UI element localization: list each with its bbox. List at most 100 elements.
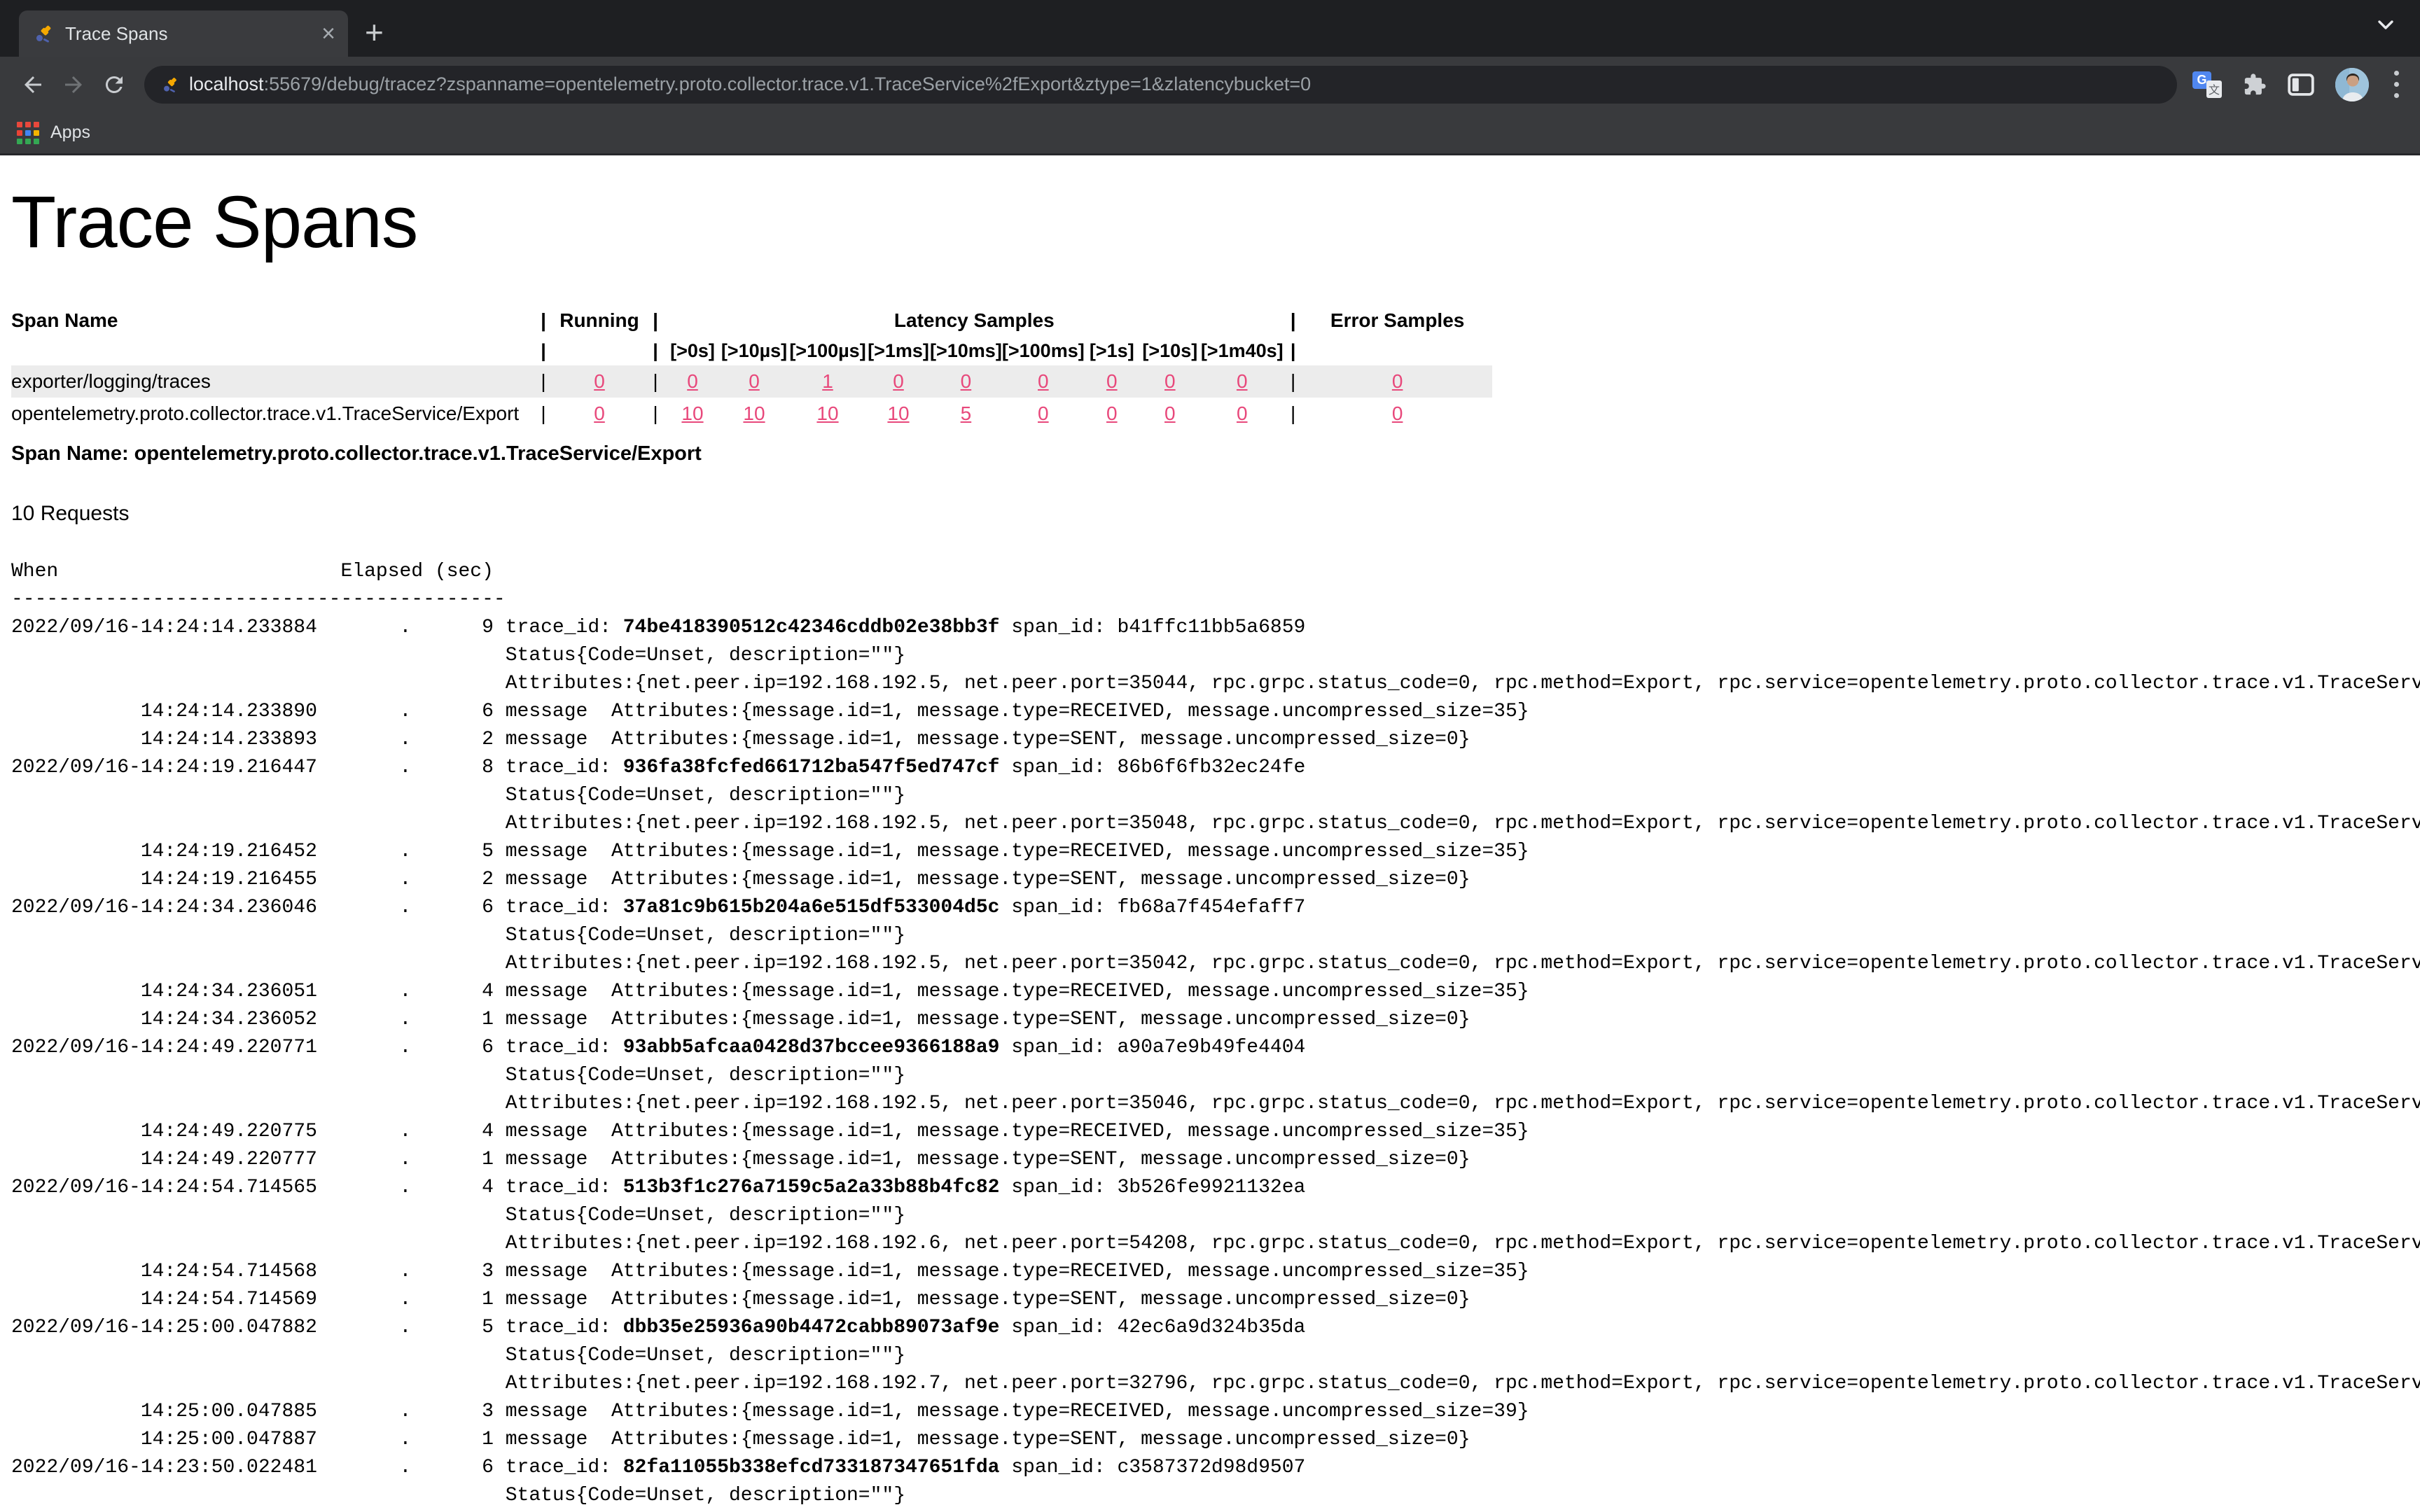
span-summary-body: Span Name|Running|Latency Samples|Error … bbox=[11, 305, 1492, 430]
separator: | bbox=[534, 398, 553, 430]
url-bar[interactable]: localhost:55679/debug/tracez?zspanname=o… bbox=[144, 66, 2177, 104]
latency-bucket-cell: 0 bbox=[1201, 365, 1284, 398]
col-error-samples: Error Samples bbox=[1303, 305, 1492, 336]
forward-button[interactable] bbox=[53, 64, 94, 105]
latency-bucket-cell: 10 bbox=[867, 398, 930, 430]
new-tab-button[interactable]: + bbox=[365, 16, 384, 48]
trace-id: 37a81c9b615b204a6e515df533004d5c bbox=[623, 897, 1000, 918]
tab-close-icon[interactable]: × bbox=[321, 22, 335, 46]
separator: | bbox=[1284, 365, 1303, 398]
opentelemetry-favicon-icon bbox=[32, 22, 54, 45]
sample-count-link[interactable]: 0 bbox=[1038, 402, 1049, 424]
latency-bucket-cell: 10 bbox=[788, 398, 867, 430]
latency-bucket-label: [>1s] bbox=[1085, 336, 1139, 365]
sample-count-link[interactable]: 0 bbox=[893, 370, 904, 392]
sample-count-link[interactable]: 0 bbox=[594, 370, 605, 392]
page-title: Trace Spans bbox=[11, 181, 2420, 265]
latency-bucket-cell: 0 bbox=[930, 365, 1002, 398]
translate-icon[interactable]: G 文 bbox=[2192, 71, 2222, 98]
tracez-page: Trace Spans Span Name|Running|Latency Sa… bbox=[0, 155, 2420, 1510]
trace-id: 936fa38fcfed661712ba547f5ed747cf bbox=[623, 757, 1000, 778]
apps-shortcut[interactable]: Apps bbox=[17, 122, 90, 144]
sample-count-link[interactable]: 0 bbox=[1237, 402, 1248, 424]
latency-bucket-cell: 0 bbox=[1085, 398, 1139, 430]
sample-count-link[interactable]: 0 bbox=[749, 370, 760, 392]
span-name-cell: exporter/logging/traces bbox=[11, 365, 534, 398]
trace-id: 513b3f1c276a7159c5a2a33b88b4fc82 bbox=[623, 1177, 1000, 1198]
latency-bucket-label: [>10µs] bbox=[720, 336, 788, 365]
separator: | bbox=[646, 305, 665, 336]
sample-count-link[interactable]: 10 bbox=[743, 402, 765, 424]
apps-grid-icon bbox=[17, 122, 39, 144]
latency-bucket-cell: 0 bbox=[1139, 365, 1201, 398]
browser-chrome: Trace Spans × + bbox=[0, 0, 2420, 155]
latency-bucket-cell: 5 bbox=[930, 398, 1002, 430]
latency-bucket-cell: 0 bbox=[720, 365, 788, 398]
reload-button[interactable] bbox=[94, 64, 134, 105]
latency-bucket-label: [>100ms] bbox=[1002, 336, 1085, 365]
separator: | bbox=[1284, 398, 1303, 430]
sample-count-link[interactable]: 5 bbox=[961, 402, 972, 424]
sample-count-link[interactable]: 0 bbox=[594, 402, 605, 424]
tab-strip: Trace Spans × + bbox=[0, 0, 2420, 57]
span-row: exporter/logging/traces|0|001000000|0 bbox=[11, 365, 1492, 398]
side-panel-icon[interactable] bbox=[2288, 73, 2314, 97]
separator: | bbox=[534, 365, 553, 398]
sample-count-link[interactable]: 0 bbox=[1392, 370, 1403, 392]
latency-bucket-cell: 10 bbox=[665, 398, 720, 430]
latency-bucket-cell: 0 bbox=[1139, 398, 1201, 430]
col-latency-samples: Latency Samples bbox=[665, 305, 1284, 336]
separator: | bbox=[534, 305, 553, 336]
bookmarks-bar: Apps bbox=[0, 112, 2420, 155]
latency-bucket-label: [>10s] bbox=[1139, 336, 1201, 365]
error-count-cell: 0 bbox=[1303, 398, 1492, 430]
separator: | bbox=[1284, 336, 1303, 365]
back-button[interactable] bbox=[13, 64, 53, 105]
browser-menu-icon[interactable] bbox=[2390, 71, 2403, 98]
browser-toolbar: localhost:55679/debug/tracez?zspanname=o… bbox=[0, 57, 2420, 112]
separator: | bbox=[646, 365, 665, 398]
sample-count-link[interactable]: 0 bbox=[687, 370, 698, 392]
col-running: Running bbox=[553, 305, 646, 336]
col-span-name: Span Name bbox=[11, 305, 534, 336]
extensions-puzzle-icon[interactable] bbox=[2243, 73, 2267, 97]
span-row: opentelemetry.proto.collector.trace.v1.T… bbox=[11, 398, 1492, 430]
tab-title: Trace Spans bbox=[65, 23, 316, 45]
apps-label: Apps bbox=[50, 122, 90, 143]
sample-count-link[interactable]: 0 bbox=[1164, 402, 1176, 424]
sample-count-link[interactable]: 1 bbox=[822, 370, 833, 392]
latency-bucket-label: [>1ms] bbox=[867, 336, 930, 365]
sample-count-link[interactable]: 0 bbox=[1164, 370, 1176, 392]
sample-count-link[interactable]: 0 bbox=[1106, 370, 1118, 392]
latency-bucket-cell: 0 bbox=[1201, 398, 1284, 430]
sample-count-link[interactable]: 0 bbox=[961, 370, 972, 392]
sample-count-link[interactable]: 0 bbox=[1038, 370, 1049, 392]
sample-count-link[interactable]: 0 bbox=[1392, 402, 1403, 424]
url-text: localhost:55679/debug/tracez?zspanname=o… bbox=[189, 74, 1311, 95]
url-favicon-icon bbox=[160, 75, 179, 94]
tab-search-chevron-icon[interactable] bbox=[2375, 18, 2396, 32]
separator: | bbox=[1284, 305, 1303, 336]
running-count-cell: 0 bbox=[553, 365, 646, 398]
trace-id: 82fa11055b338efcd733187347651fda bbox=[623, 1457, 1000, 1478]
latency-bucket-label: [>1m40s] bbox=[1201, 336, 1284, 365]
sample-count-link[interactable]: 10 bbox=[887, 402, 909, 424]
separator: | bbox=[534, 336, 553, 365]
sample-count-link[interactable]: 0 bbox=[1237, 370, 1248, 392]
sample-count-link[interactable]: 0 bbox=[1106, 402, 1118, 424]
latency-bucket-cell: 10 bbox=[720, 398, 788, 430]
sample-count-link[interactable]: 10 bbox=[681, 402, 703, 424]
latency-bucket-cell: 0 bbox=[1085, 365, 1139, 398]
latency-bucket-cell: 0 bbox=[867, 365, 930, 398]
span-summary-table: Span Name|Running|Latency Samples|Error … bbox=[11, 305, 1492, 430]
profile-avatar[interactable] bbox=[2335, 68, 2369, 102]
latency-bucket-cell: 0 bbox=[1002, 365, 1085, 398]
error-count-cell: 0 bbox=[1303, 365, 1492, 398]
latency-bucket-cell: 0 bbox=[665, 365, 720, 398]
sample-count-link[interactable]: 10 bbox=[816, 402, 838, 424]
tab-trace-spans[interactable]: Trace Spans × bbox=[19, 10, 348, 57]
running-count-cell: 0 bbox=[553, 398, 646, 430]
url-path: :55679/debug/tracez?zspanname=openteleme… bbox=[264, 74, 1312, 94]
span-name-cell: opentelemetry.proto.collector.trace.v1.T… bbox=[11, 398, 534, 430]
requests-log: When Elapsed (sec) ---------------------… bbox=[11, 558, 2420, 1510]
